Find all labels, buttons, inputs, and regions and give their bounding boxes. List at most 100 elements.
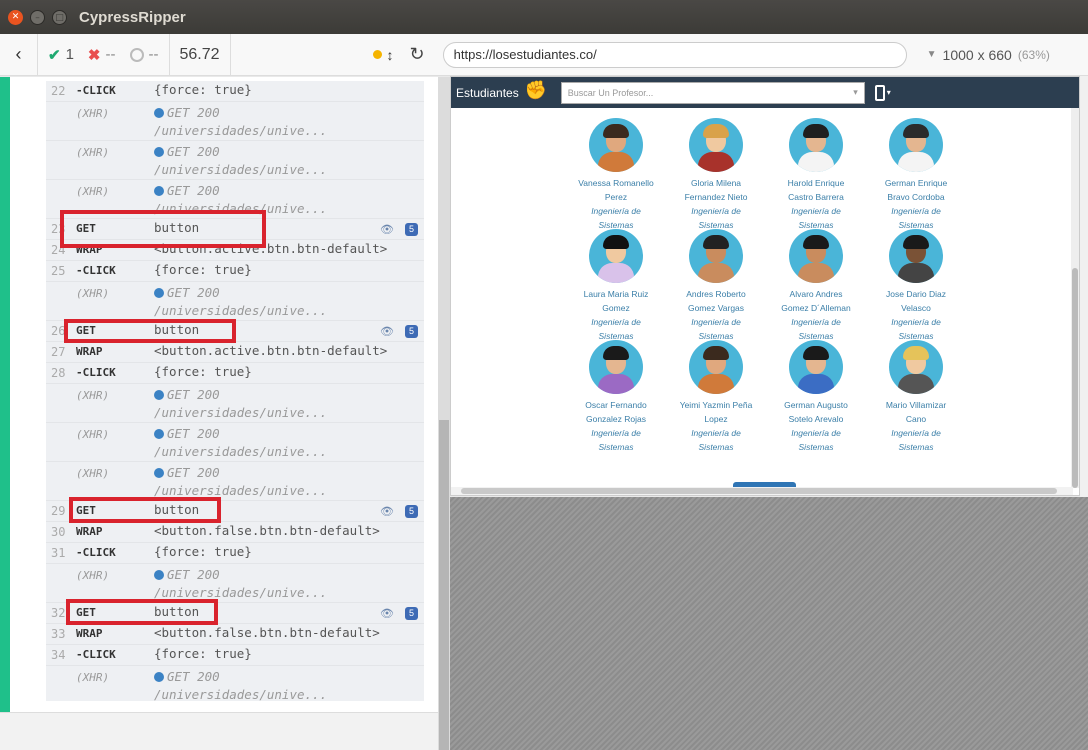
command-row[interactable]: 25 -CLICK {force: true} — [46, 261, 424, 282]
maximize-window-button[interactable]: □ — [52, 9, 67, 25]
professor-name[interactable]: Harold Enrique Castro Barrera — [766, 176, 866, 204]
app-vertical-scrollbar[interactable] — [1071, 108, 1079, 488]
preview-scrollbar[interactable] — [1080, 76, 1088, 497]
xhr-method-status: GET 200 — [167, 285, 220, 300]
professor-avatar[interactable] — [589, 118, 643, 172]
professor-avatar[interactable] — [689, 118, 743, 172]
scrollbar-thumb[interactable] — [439, 420, 449, 750]
professor-card[interactable]: German Augusto Sotelo Arevalo Ingeniería d… — [766, 340, 866, 454]
xhr-log-row[interactable]: (XHR) GET 200/universidades/unive... — [46, 141, 424, 180]
professor-card[interactable]: Harold Enrique Castro Barrera Ingeniería d… — [766, 118, 866, 232]
professor-avatar[interactable] — [689, 340, 743, 394]
xhr-status-dot-icon — [154, 147, 164, 157]
command-row[interactable]: 27 WRAP <button.active.btn.btn-default> — [46, 342, 424, 363]
professor-name-line2: Lopez — [704, 414, 728, 424]
url-bar[interactable]: https://losestudiantes.co/ — [442, 41, 907, 68]
professor-avatar[interactable] — [889, 340, 943, 394]
professor-search-input[interactable]: Buscar Un Profesor... ▾ — [560, 81, 865, 104]
caret-down-icon[interactable]: ▾ — [887, 88, 891, 97]
window-titlebar: ✕ – □ CypressRipper — [0, 0, 1088, 34]
brand-label[interactable]: Estudiantes — [456, 86, 519, 100]
command-row[interactable]: 28 -CLICK {force: true} — [46, 363, 424, 384]
professor-avatar[interactable] — [689, 229, 743, 283]
xhr-log-row[interactable]: (XHR) GET 200/universidades/unive... — [46, 564, 424, 603]
xhr-log-row[interactable]: (XHR) GET 200/universidades/unive... — [46, 384, 424, 423]
professor-name[interactable]: Yeimi Yazmin Peña Lopez — [666, 398, 766, 426]
professor-name[interactable]: Oscar Fernando Gonzalez Rojas — [566, 398, 666, 426]
professor-card[interactable]: Gloria Milena Fernandez Nieto Ingeniería d… — [666, 118, 766, 232]
professor-name[interactable]: Vanessa Romanello Perez — [566, 176, 666, 204]
command-row[interactable]: 34 -CLICK {force: true} — [46, 645, 424, 666]
xhr-status-dot-icon — [154, 570, 164, 580]
department-line1: Ingeniería de — [691, 317, 741, 327]
department-line1: Ingeniería de — [791, 206, 841, 216]
professor-name-line2: Gomez Vargas — [687, 303, 745, 313]
xhr-log-row[interactable]: (XHR) GET 200/universidades/unive... — [46, 462, 424, 501]
professor-name[interactable]: Gloria Milena Fernandez Nieto — [666, 176, 766, 204]
highlight-box — [60, 210, 266, 248]
command-message: GET 200/universidades/unive... — [154, 464, 424, 500]
minimize-window-button[interactable]: – — [30, 9, 45, 25]
xhr-url: /universidades/unive... — [154, 405, 328, 420]
eye-icon: 👁 — [380, 505, 394, 518]
professor-card[interactable]: Vanessa Romanello Perez Ingeniería de Siste… — [566, 118, 666, 232]
professor-name-line1: Yeimi Yazmin Peña — [679, 400, 753, 410]
professor-avatar[interactable] — [889, 118, 943, 172]
professor-card[interactable]: Yeimi Yazmin Peña Lopez Ingeniería de Siste… — [666, 340, 766, 454]
reload-icon[interactable]: ↻ — [410, 44, 425, 65]
professor-card[interactable]: Alvaro Andres Gomez D´Alleman Ingeniería d… — [766, 229, 866, 343]
professor-name[interactable]: Mario Villamizar Cano — [866, 398, 966, 426]
professor-name[interactable]: German Augusto Sotelo Arevalo — [766, 398, 866, 426]
professor-card[interactable]: Jose Dario Diaz Velasco Ingeniería de Siste… — [866, 229, 966, 343]
professor-name[interactable]: Andres Roberto Gomez Vargas — [666, 287, 766, 315]
close-window-button[interactable]: ✕ — [8, 9, 23, 25]
command-message: GET 200/universidades/unive... — [154, 143, 424, 179]
professor-name-line1: Jose Dario Diaz — [886, 289, 946, 299]
command-row[interactable]: 30 WRAP <button.false.btn.btn-default> — [46, 522, 424, 543]
command-number — [46, 143, 76, 179]
professor-card[interactable]: Mario Villamizar Cano Ingeniería de Sistema… — [866, 340, 966, 454]
xhr-method-status: GET 200 — [167, 144, 220, 159]
professor-avatar[interactable] — [789, 340, 843, 394]
xhr-log-row[interactable]: (XHR) GET 200/universidades/unive... — [46, 102, 424, 141]
department-line1: Ingeniería de — [591, 428, 641, 438]
professor-avatar[interactable] — [589, 340, 643, 394]
professor-avatar[interactable] — [789, 118, 843, 172]
command-row[interactable]: 22 -CLICK {force: true} — [46, 81, 424, 102]
professor-department: Ingeniería de Sistemas — [766, 315, 866, 343]
professor-card[interactable]: Laura Maria Ruiz Gomez Ingeniería de Sistem… — [566, 229, 666, 343]
xhr-log-row[interactable]: (XHR) GET 200/universidades/unive... — [46, 666, 424, 701]
professor-avatar[interactable] — [889, 229, 943, 283]
back-chevron-icon[interactable]: ‹ — [0, 33, 38, 76]
professor-name[interactable]: Alvaro Andres Gomez D´Alleman — [766, 287, 866, 315]
test-status-bar — [0, 77, 10, 712]
professor-name[interactable]: Jose Dario Diaz Velasco — [866, 287, 966, 315]
professor-department: Ingeniería de Sistemas — [566, 315, 666, 343]
professor-avatar[interactable] — [589, 229, 643, 283]
professor-card[interactable]: Andres Roberto Gomez Vargas Ingeniería de S… — [666, 229, 766, 343]
scrollbar-thumb[interactable] — [1072, 268, 1078, 488]
fist-logo-icon[interactable]: ✊ — [525, 80, 547, 106]
command-name: (XHR) — [76, 146, 110, 159]
professor-card[interactable]: Oscar Fernando Gonzalez Rojas Ingeniería d… — [566, 340, 666, 454]
professor-card[interactable]: German Enrique Bravo Cordoba Ingeniería de… — [866, 118, 966, 232]
xhr-log-row[interactable]: (XHR) GET 200/universidades/unive... — [46, 282, 424, 321]
professor-name[interactable]: Laura Maria Ruiz Gomez — [566, 287, 666, 315]
xhr-url: /universidades/unive... — [154, 303, 328, 318]
command-name: -CLICK — [76, 366, 116, 379]
scrollbar-thumb[interactable] — [461, 488, 1057, 494]
command-log-scrollbar[interactable] — [438, 77, 450, 750]
professor-avatar[interactable] — [789, 229, 843, 283]
auto-scroll-toggle[interactable]: ↕ — [372, 47, 394, 63]
command-name: (XHR) — [76, 287, 110, 300]
professor-name-line2: Gomez D´Alleman — [781, 303, 851, 313]
command-row[interactable]: 31 -CLICK {force: true} — [46, 543, 424, 564]
mobile-icon[interactable] — [874, 84, 885, 101]
professor-name[interactable]: German Enrique Bravo Cordoba — [866, 176, 966, 204]
command-row[interactable]: 33 WRAP <button.false.btn.btn-default> — [46, 624, 424, 645]
department-line2: Sistemas — [898, 442, 934, 452]
app-horizontal-scrollbar[interactable] — [451, 487, 1073, 495]
viewport-info[interactable]: ▼ 1000 x 660 (63%) — [927, 47, 1050, 63]
xhr-log-row[interactable]: (XHR) GET 200/universidades/unive... — [46, 423, 424, 462]
professor-department: Ingeniería de Sistemas — [566, 204, 666, 232]
